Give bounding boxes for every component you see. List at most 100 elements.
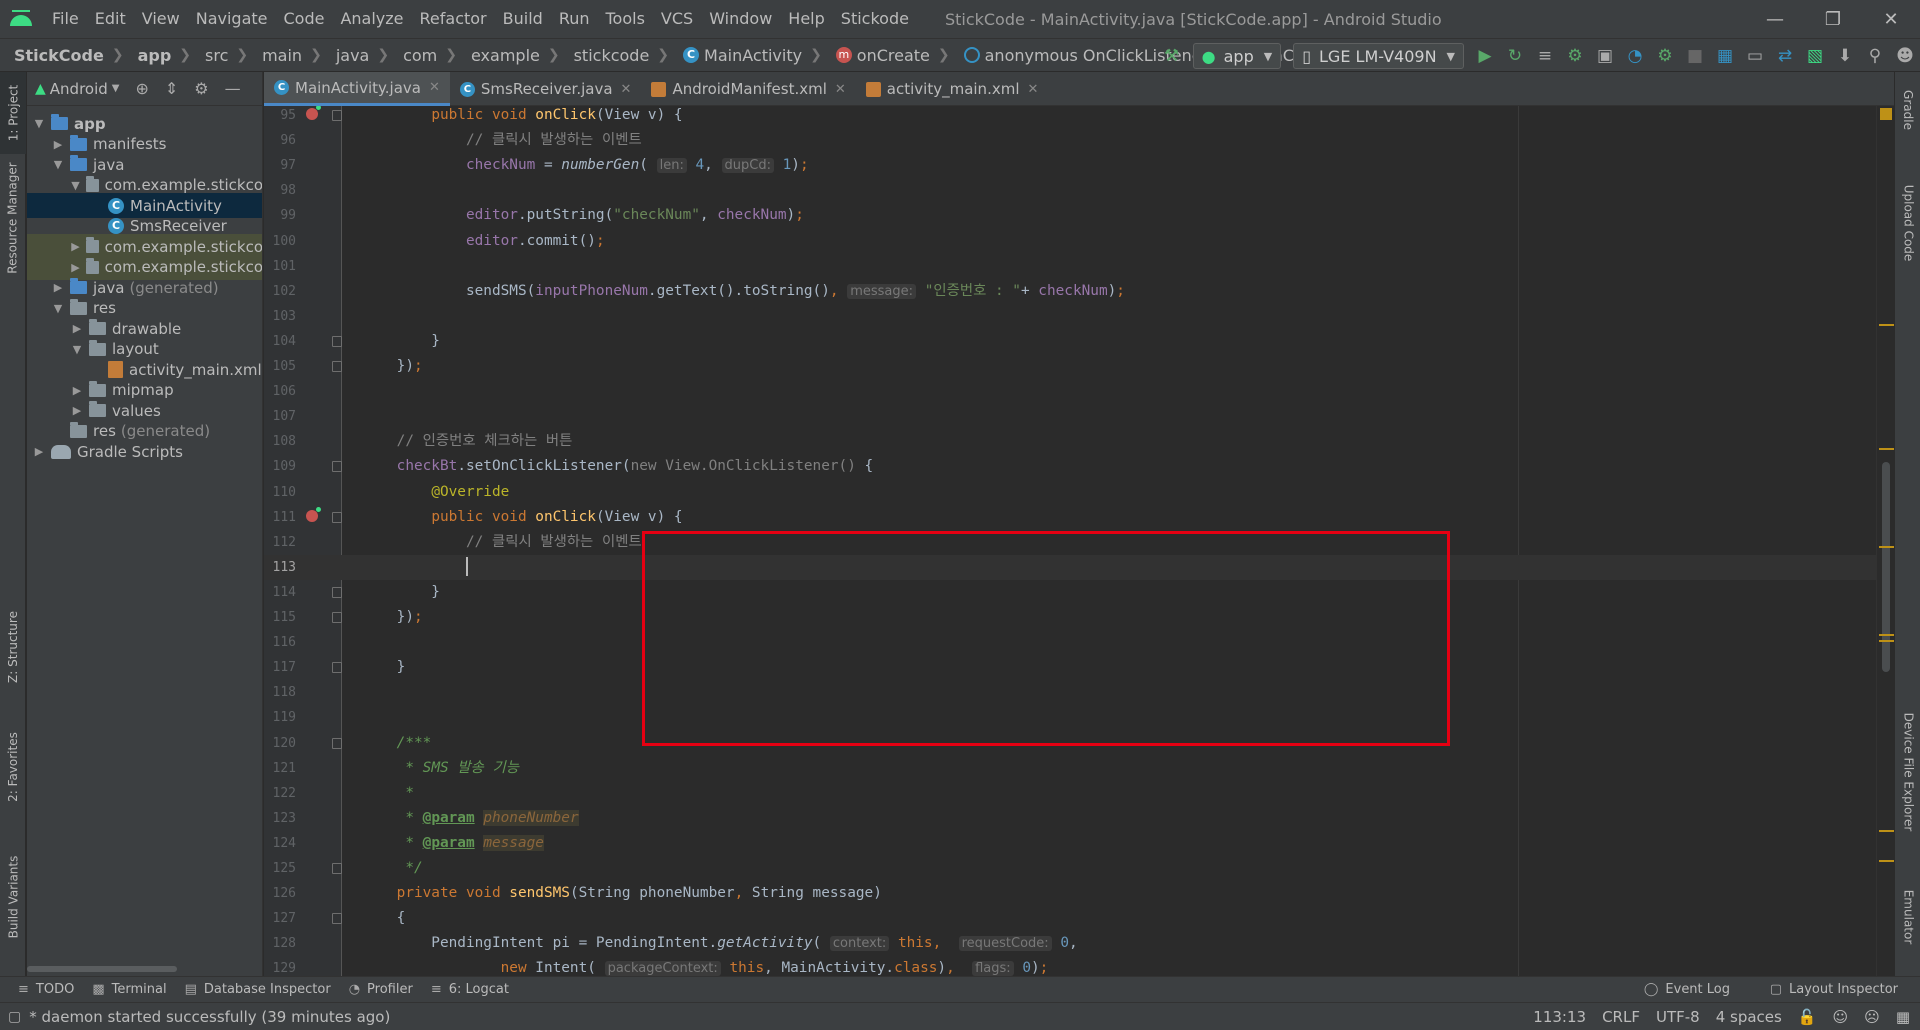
breadcrumb-item[interactable]: stickcode ❯ [560,46,669,65]
error-stripe-mark[interactable] [1879,830,1894,832]
sad-face-icon[interactable]: ☹ [1864,1008,1880,1026]
breadcrumb-item[interactable]: src ❯ [191,46,248,65]
code-line[interactable]: 122 * [264,781,1894,806]
fold-marker-icon[interactable] [332,737,342,749]
code-line[interactable]: 105 }); [264,354,1894,379]
fold-marker-icon[interactable] [332,511,342,523]
menu-code[interactable]: Code [276,0,333,38]
error-stripe-mark[interactable] [1879,448,1894,450]
code-line[interactable]: 126 private void sendSMS(String phoneNum… [264,881,1894,906]
close-tab-icon[interactable]: ✕ [621,82,632,97]
collapse-arrow-icon[interactable]: ▶ [71,384,83,397]
code-editor[interactable]: 95 public void onClick(View v) {96 // 클릭… [264,106,1894,976]
caret-position[interactable]: 113:13 [1533,1008,1586,1026]
fold-marker-icon[interactable] [332,662,342,674]
profile-icon[interactable]: ◔ [1621,42,1649,70]
close-tab-icon[interactable]: ✕ [835,82,846,97]
code-line[interactable]: 104 } [264,329,1894,354]
hide-panel-icon[interactable]: — [225,79,241,98]
error-stripe-mark[interactable] [1879,640,1894,642]
fold-marker-icon[interactable] [332,110,342,121]
menu-vcs[interactable]: VCS [653,0,701,38]
collapse-arrow-icon[interactable]: ▶ [71,240,80,253]
indent-setting[interactable]: 4 spaces [1716,1008,1782,1026]
tool-logcat[interactable]: ≡ 6: Logcat [431,982,509,997]
breadcrumb-item[interactable]: C MainActivity ❯ [669,46,822,65]
lock-icon[interactable]: 🔓 [1798,1008,1817,1026]
code-line[interactable]: 99 editor.putString("checkNum", checkNum… [264,203,1894,228]
smiley-icon[interactable]: ☺ [1833,1008,1849,1026]
locate-icon[interactable]: ⊕ [135,79,148,98]
menu-refactor[interactable]: Refactor [412,0,495,38]
menu-navigate[interactable]: Navigate [188,0,276,38]
override-marker-icon[interactable] [306,106,321,120]
breadcrumb-item[interactable]: example ❯ [457,46,560,65]
code-line[interactable]: 103 [264,304,1894,329]
debug-process-icon[interactable]: ⚙ [1651,42,1679,70]
tool-tab-device-file-explorer[interactable]: Device File Explorer [1895,692,1920,852]
error-stripe-mark[interactable] [1879,324,1894,326]
minimize-icon[interactable]: — [1746,0,1804,38]
tab-activity-main-xml[interactable]: activity_main.xml ✕ [856,72,1049,106]
code-line[interactable]: 108 // 인증번호 체크하는 버튼 [264,429,1894,454]
file-encoding[interactable]: UTF-8 [1656,1008,1700,1026]
fold-marker-icon[interactable] [332,913,342,925]
sync-gradle-icon[interactable]: ⇄ [1771,42,1799,70]
tool-tab-project[interactable]: 1: Project [0,72,26,154]
tool-layout-inspector[interactable]: ▢ Layout Inspector [1770,982,1898,997]
menu-tools[interactable]: Tools [598,0,653,38]
tool-event-log[interactable]: ◯ Event Log [1644,982,1730,997]
expand-arrow-icon[interactable]: ▼ [71,343,83,356]
editor-scrollbar[interactable] [1876,106,1894,976]
build-hammer-icon[interactable]: ⚒ [1158,42,1186,70]
tool-tab-gradle[interactable]: Gradle [1895,72,1920,148]
code-line[interactable]: 101 [264,254,1894,279]
collapse-arrow-icon[interactable]: ▶ [33,445,45,458]
run-config-select[interactable]: ● app ▼ [1192,43,1282,69]
status-toggle-icon[interactable]: ▢ [8,1009,21,1025]
project-horizontal-scrollbar[interactable] [27,966,177,972]
tool-tab-emulator[interactable]: Emulator [1895,872,1920,962]
expand-arrow-icon[interactable]: ▼ [71,179,80,192]
menu-build[interactable]: Build [495,0,551,38]
project-structure-icon[interactable]: ▦ [1711,42,1739,70]
run-icon[interactable]: ▶ [1471,42,1499,70]
dropdown-arrow-icon[interactable]: ▼ [112,83,120,94]
tool-profiler[interactable]: ◔ Profiler [349,982,413,997]
code-line[interactable]: 96 // 클릭시 발생하는 이벤트 [264,128,1894,153]
expand-arrow-icon[interactable]: ▼ [52,302,64,315]
close-tab-icon[interactable]: ✕ [429,80,440,95]
project-view-select[interactable]: Android [50,80,108,98]
sdk-manager-icon[interactable]: ⬇ [1831,42,1859,70]
code-line[interactable]: 121 * SMS 발송 기능 [264,756,1894,781]
fold-marker-icon[interactable] [332,361,342,372]
apply-changes-icon[interactable]: ↻ [1501,42,1529,70]
warning-indicator-icon[interactable] [1880,108,1892,120]
device-select[interactable]: ▯ LGE LM-V409N ▼ [1293,43,1464,69]
stop-icon[interactable]: ■ [1681,42,1709,70]
tool-terminal[interactable]: ▩ Terminal [92,982,166,997]
breadcrumb-item[interactable]: m onCreate ❯ [822,46,950,65]
code-line[interactable]: 100 editor.commit(); [264,229,1894,254]
account-icon[interactable]: ☻ [1891,42,1919,70]
collapse-arrow-icon[interactable]: ▶ [52,281,64,294]
tab-mainactivity-java[interactable]: C MainActivity.java ✕ [264,72,450,106]
tool-tab-favorites[interactable]: 2: Favorites [0,712,26,822]
tree-item[interactable]: ▶ Gradle Scripts [27,439,262,464]
collapse-arrow-icon[interactable]: ▶ [71,404,83,417]
menu-run[interactable]: Run [551,0,598,38]
memory-indicator-icon[interactable]: ▦ [1896,1008,1910,1026]
code-line[interactable]: 102 sendSMS(inputPhoneNum.getText().toSt… [264,279,1894,304]
code-line[interactable]: 110 @Override [264,480,1894,505]
device-manager-icon[interactable]: ▧ [1801,42,1829,70]
tool-database-inspector[interactable]: ▤ Database Inspector [185,982,331,997]
collapse-arrow-icon[interactable]: ▶ [71,261,80,274]
menu-help[interactable]: Help [780,0,832,38]
line-separator[interactable]: CRLF [1602,1008,1640,1026]
code-line[interactable]: 111 public void onClick(View v) { [264,505,1894,530]
code-line[interactable]: 106 [264,379,1894,404]
collapse-arrow-icon[interactable]: ▶ [52,138,64,151]
error-stripe-mark[interactable] [1879,860,1894,862]
fold-marker-icon[interactable] [332,863,342,874]
status-message[interactable]: * daemon started successfully (39 minute… [29,1008,390,1026]
